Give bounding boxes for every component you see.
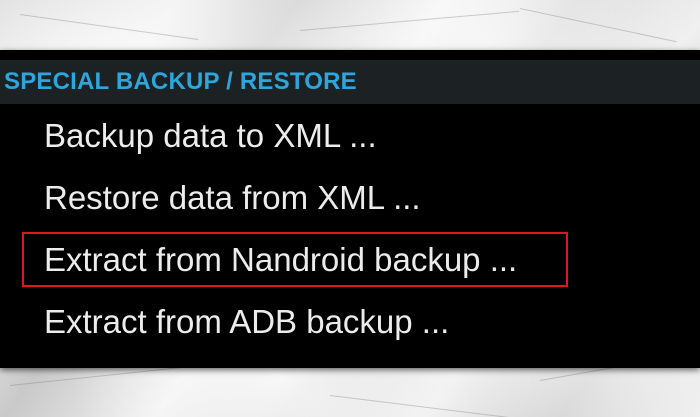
paper-crease <box>519 8 677 43</box>
paper-crease <box>329 395 529 417</box>
menu-header-title: SPECIAL BACKUP / RESTORE <box>4 68 357 95</box>
menu-item-restore-from-xml[interactable]: Restore data from XML ... <box>44 179 421 217</box>
menu-item-extract-adb[interactable]: Extract from ADB backup ... <box>44 303 449 341</box>
menu-item-backup-to-xml[interactable]: Backup data to XML ... <box>44 117 377 155</box>
backup-restore-menu-panel: SPECIAL BACKUP / RESTORE Backup data to … <box>0 50 700 368</box>
paper-crease <box>19 14 199 41</box>
menu-header: SPECIAL BACKUP / RESTORE <box>0 60 700 104</box>
paper-crease <box>299 10 520 31</box>
red-highlight-box <box>22 232 568 287</box>
